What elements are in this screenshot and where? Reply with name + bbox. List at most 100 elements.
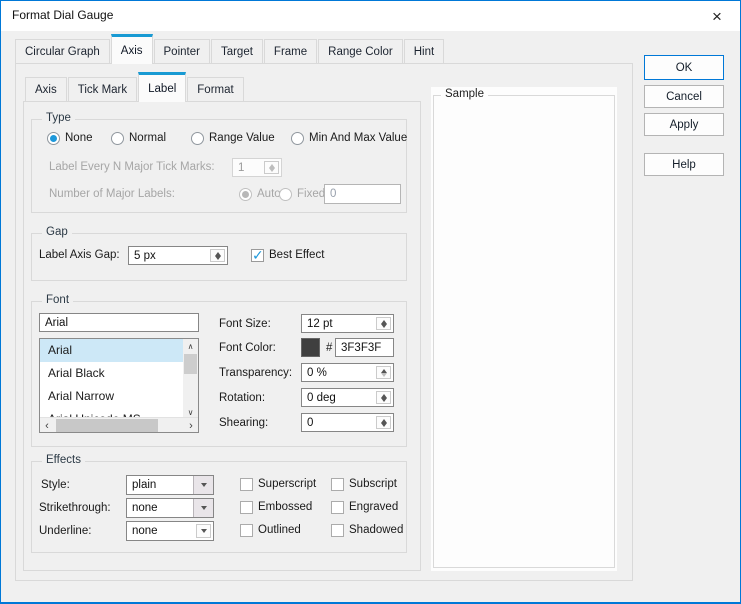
engraved-label: Engraved xyxy=(349,501,398,513)
spin-down-icon[interactable] xyxy=(215,256,221,260)
cancel-button[interactable]: Cancel xyxy=(644,85,724,108)
ok-button[interactable]: OK xyxy=(644,55,724,80)
dialog-title: Format Dial Gauge xyxy=(12,8,113,22)
spin-down-icon[interactable] xyxy=(381,398,387,402)
num-major-labels-label: Number of Major Labels: xyxy=(49,188,175,200)
shadowed-label: Shadowed xyxy=(349,524,403,536)
fixed-value-input[interactable]: 0 xyxy=(324,184,401,204)
label-every-n-spin-buttons[interactable] xyxy=(264,161,279,174)
tab-circular-graph[interactable]: Circular Graph xyxy=(15,39,110,63)
rotation-spin-buttons[interactable] xyxy=(376,391,391,404)
label-every-n-spinner[interactable]: 1 xyxy=(232,158,282,177)
tab-hint[interactable]: Hint xyxy=(404,39,444,63)
engraved-checkbox[interactable] xyxy=(331,501,344,514)
spin-down-icon[interactable] xyxy=(381,324,387,328)
tab-pointer[interactable]: Pointer xyxy=(154,39,210,63)
shearing-spinner[interactable]: 0 xyxy=(301,413,394,432)
font-size-label: Font Size: xyxy=(219,318,271,330)
radio-min-max-value[interactable] xyxy=(291,132,304,145)
radio-none[interactable] xyxy=(47,132,60,145)
dropdown-arrow-icon[interactable] xyxy=(196,524,211,538)
close-icon: × xyxy=(712,8,722,25)
help-button[interactable]: Help xyxy=(644,153,724,176)
font-family-value: Arial xyxy=(45,317,68,329)
embossed-checkbox[interactable] xyxy=(240,501,253,514)
spin-down-icon[interactable] xyxy=(381,423,387,427)
dropdown-arrow-icon[interactable] xyxy=(193,476,213,494)
spin-down-icon[interactable] xyxy=(381,373,387,377)
subtab-axis[interactable]: Axis xyxy=(25,77,67,101)
list-item-arial-narrow[interactable]: Arial Narrow xyxy=(40,385,183,408)
best-effect-checkbox[interactable] xyxy=(251,249,264,262)
label-every-n-value: 1 xyxy=(238,162,244,174)
subtab-tick-mark[interactable]: Tick Mark xyxy=(68,77,137,101)
shearing-spin-buttons[interactable] xyxy=(376,416,391,429)
subtab-label[interactable]: Label xyxy=(138,72,186,102)
vertical-scrollbar[interactable]: ∧ ∨ xyxy=(183,339,198,419)
style-dropdown[interactable]: plain xyxy=(126,475,214,495)
close-button[interactable]: × xyxy=(700,3,734,29)
radio-auto[interactable] xyxy=(239,188,252,201)
sub-tabbar: Axis Tick Mark Label Format xyxy=(25,71,245,101)
horizontal-scroll-thumb[interactable] xyxy=(56,419,158,432)
apply-button[interactable]: Apply xyxy=(644,113,724,136)
dropdown-arrow-icon[interactable] xyxy=(193,499,213,517)
font-family-list-items: Arial Arial Black Arial Narrow Arial Uni… xyxy=(40,339,183,419)
sample-border xyxy=(433,95,615,568)
label-axis-gap-value: 5 px xyxy=(134,250,156,262)
label-axis-gap-spin-buttons[interactable] xyxy=(210,249,225,262)
font-size-spin-buttons[interactable] xyxy=(376,317,391,330)
vertical-scroll-thumb[interactable] xyxy=(184,354,197,374)
font-size-spinner[interactable]: 12 pt xyxy=(301,314,394,333)
fixed-value: 0 xyxy=(330,188,336,200)
strikethrough-dropdown[interactable]: none xyxy=(126,498,214,518)
radio-range-value-label: Range Value xyxy=(209,132,275,144)
gap-group-title: Gap xyxy=(42,226,72,238)
list-item-arial[interactable]: Arial xyxy=(40,339,183,362)
underline-dropdown[interactable]: none xyxy=(126,521,214,541)
scroll-right-icon[interactable]: › xyxy=(184,418,198,433)
font-group-title: Font xyxy=(42,294,73,306)
type-group-title: Type xyxy=(42,112,75,124)
tab-range-color[interactable]: Range Color xyxy=(318,39,403,63)
radio-none-label: None xyxy=(65,132,93,144)
sample-title: Sample xyxy=(441,88,488,100)
shadowed-checkbox[interactable] xyxy=(331,524,344,537)
outlined-checkbox[interactable] xyxy=(240,524,253,537)
font-family-list: Arial Arial Black Arial Narrow Arial Uni… xyxy=(39,338,199,433)
radio-normal[interactable] xyxy=(111,132,124,145)
tab-axis[interactable]: Axis xyxy=(111,34,153,64)
font-color-hex-input[interactable]: 3F3F3F xyxy=(335,338,394,357)
transparency-label: Transparency: xyxy=(219,367,292,379)
radio-normal-label: Normal xyxy=(129,132,166,144)
superscript-label: Superscript xyxy=(258,478,316,490)
font-color-swatch[interactable] xyxy=(301,338,320,357)
underline-label: Underline: xyxy=(39,525,91,537)
radio-fixed[interactable] xyxy=(279,188,292,201)
subtab-format[interactable]: Format xyxy=(187,77,243,101)
tab-target[interactable]: Target xyxy=(211,39,263,63)
superscript-checkbox[interactable] xyxy=(240,478,253,491)
transparency-spinner[interactable]: 0 % xyxy=(301,363,394,382)
font-family-input[interactable]: Arial xyxy=(39,313,199,332)
rotation-spinner[interactable]: 0 deg xyxy=(301,388,394,407)
scroll-left-icon[interactable]: ‹ xyxy=(40,418,54,433)
style-label: Style: xyxy=(41,479,70,491)
outlined-label: Outlined xyxy=(258,524,301,536)
radio-range-value[interactable] xyxy=(191,132,204,145)
subscript-checkbox[interactable] xyxy=(331,478,344,491)
subscript-label: Subscript xyxy=(349,478,397,490)
style-value: plain xyxy=(132,479,156,491)
effects-group-title: Effects xyxy=(42,454,85,466)
transparency-spin-buttons[interactable] xyxy=(376,366,391,379)
radio-fixed-label: Fixed xyxy=(297,188,325,200)
label-axis-gap-spinner[interactable]: 5 px xyxy=(128,246,228,265)
font-color-hex-value: 3F3F3F xyxy=(341,342,381,354)
horizontal-scrollbar[interactable]: ‹ › xyxy=(40,417,198,432)
tab-frame[interactable]: Frame xyxy=(264,39,317,63)
spin-down-icon[interactable] xyxy=(269,168,275,172)
scroll-up-icon[interactable]: ∧ xyxy=(183,339,198,353)
shearing-label: Shearing: xyxy=(219,417,268,429)
list-item-arial-black[interactable]: Arial Black xyxy=(40,362,183,385)
hash-sign: # xyxy=(326,342,332,354)
